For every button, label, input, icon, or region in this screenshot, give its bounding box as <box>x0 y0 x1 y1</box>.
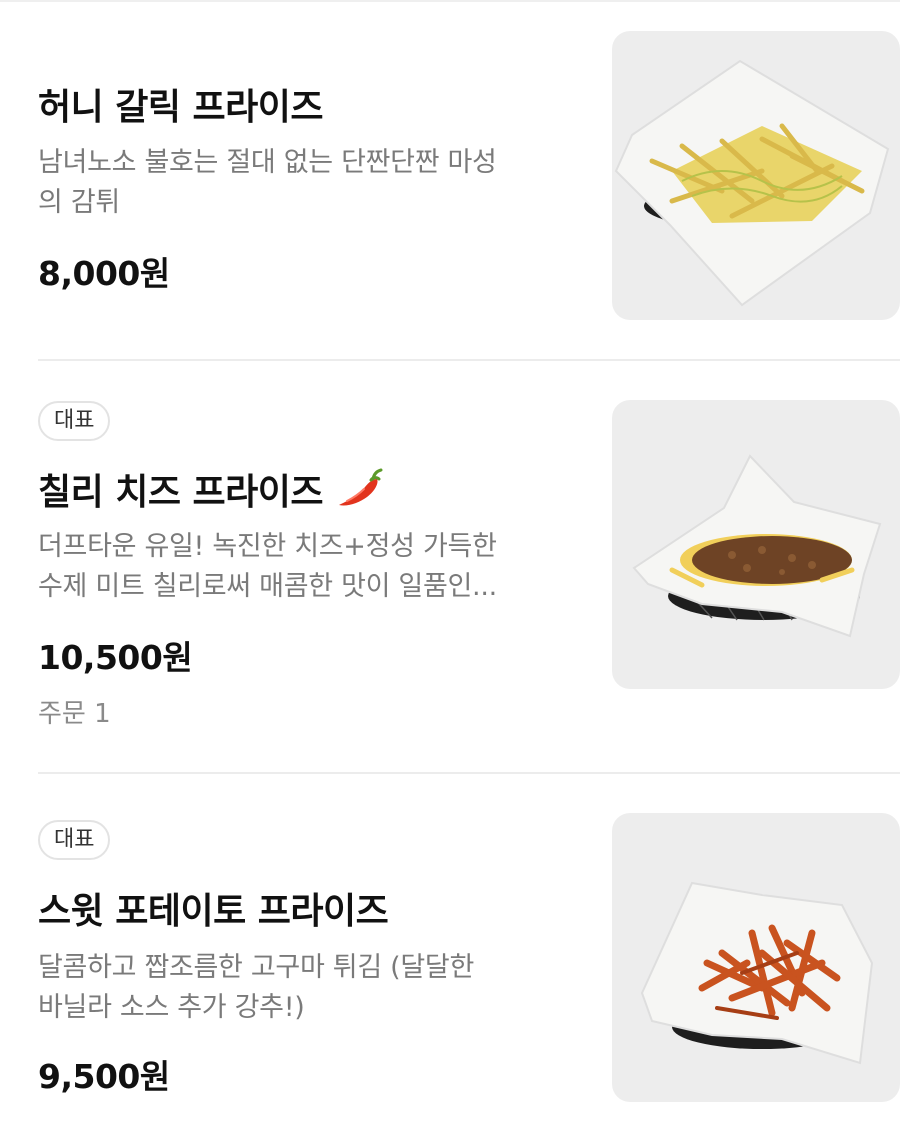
chili-cheese-fries-image[interactable] <box>612 400 900 689</box>
representative-badge: 대표 <box>38 820 111 860</box>
menu-item-price: 9,500원 <box>38 1057 170 1096</box>
menu-item-title-text: 칠리 치즈 프라이즈 <box>38 472 324 513</box>
menu-item-title-text: 허니 갈릭 프라이즈 <box>38 87 324 128</box>
menu-item-text: 대표 칠리 치즈 프라이즈 더프타운 유일! 녹진한 치즈+정성 가득한 수제 … <box>38 361 568 773</box>
menu-list: 허니 갈릭 프라이즈 남녀노소 불호는 절대 없는 단짠단짠 마성 의 감튀 8… <box>0 0 900 1131</box>
description-line: 남녀노소 불호는 절대 없는 단짠단짠 마성 <box>38 147 497 178</box>
menu-item-title-text: 스윗 포테이토 프라이즈 <box>38 891 389 932</box>
sweet-potato-fries-image[interactable] <box>612 813 900 1102</box>
description-line: 바닐라 소스 추가 강추!) <box>38 992 305 1023</box>
description-line: 수제 미트 칠리로써 매콤한 맛이 일품인... <box>38 571 497 602</box>
chili-pepper-icon <box>333 467 385 511</box>
menu-item-honey-garlic-fries[interactable]: 허니 갈릭 프라이즈 남녀노소 불호는 절대 없는 단짠단짠 마성 의 감튀 8… <box>0 0 900 360</box>
honey-garlic-fries-image[interactable] <box>612 31 900 320</box>
description-line: 의 감튀 <box>38 187 120 218</box>
description-line: 더프타운 유일! 녹진한 치즈+정성 가득한 <box>38 531 497 562</box>
fries-basket-illustration <box>640 881 874 1065</box>
menu-item-chili-cheese-fries[interactable]: 대표 칠리 치즈 프라이즈 더프타운 유일! 녹진한 치즈+정성 가득한 수제 … <box>0 361 900 773</box>
menu-item-text: 허니 갈릭 프라이즈 남녀노소 불호는 절대 없는 단짠단짠 마성 의 감튀 8… <box>38 0 568 360</box>
menu-item-title: 스윗 포테이토 프라이즈 <box>38 882 389 934</box>
menu-item-title: 칠리 치즈 프라이즈 <box>38 463 385 515</box>
fries-basket-illustration <box>614 59 890 307</box>
menu-item-text: 대표 스윗 포테이토 프라이즈 달콤하고 짭조름한 고구마 튀김 (달달한 바닐… <box>38 774 568 1131</box>
menu-item-description: 더프타운 유일! 녹진한 치즈+정성 가득한 수제 미트 칠리로써 매콤한 맛이… <box>38 527 568 607</box>
fries-basket-illustration <box>632 454 882 638</box>
menu-item-description: 달콤하고 짭조름한 고구마 튀김 (달달한 바닐라 소스 추가 강추!) <box>38 948 568 1028</box>
description-line: 달콤하고 짭조름한 고구마 튀김 (달달한 <box>38 952 475 983</box>
representative-badge: 대표 <box>38 401 111 441</box>
menu-item-description: 남녀노소 불호는 절대 없는 단짠단짠 마성 의 감튀 <box>38 143 568 223</box>
menu-item-price: 8,000원 <box>38 254 170 293</box>
menu-item-price: 10,500원 <box>38 638 193 677</box>
menu-item-sweet-potato-fries[interactable]: 대표 스윗 포테이토 프라이즈 달콤하고 짭조름한 고구마 튀김 (달달한 바닐… <box>0 774 900 1131</box>
menu-item-title: 허니 갈릭 프라이즈 <box>38 78 324 130</box>
order-count: 주문 1 <box>38 699 111 729</box>
